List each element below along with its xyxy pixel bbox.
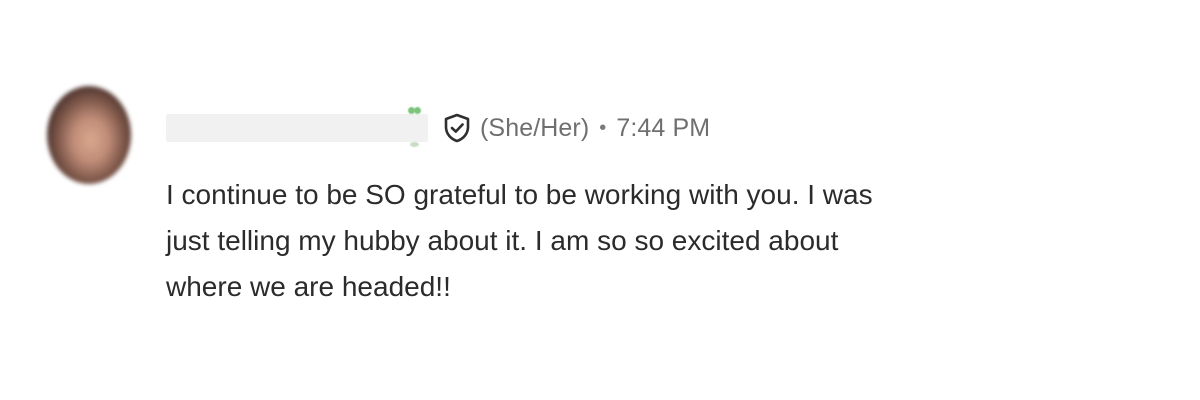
message-meta: (She/Her) • 7:44 PM [480, 114, 710, 143]
message-line: where we are headed!! [166, 271, 451, 302]
author-pronouns: (She/Her) [480, 113, 590, 142]
author-name-redacted[interactable] [166, 114, 428, 142]
chat-message: (She/Her) • 7:44 PM I continue to be SO … [0, 0, 1200, 400]
message-line: I continue to be SO grateful to be worki… [166, 179, 873, 210]
avatar[interactable] [47, 86, 131, 184]
message-line: just telling my hubby about it. I am so … [166, 225, 839, 256]
message-timestamp: 7:44 PM [616, 113, 711, 142]
shield-check-icon [442, 112, 472, 144]
message-header: (She/Her) • 7:44 PM [166, 106, 710, 150]
message-body: I continue to be SO grateful to be worki… [166, 172, 1066, 310]
meta-separator: • [599, 116, 607, 139]
name-decoration [404, 106, 426, 150]
